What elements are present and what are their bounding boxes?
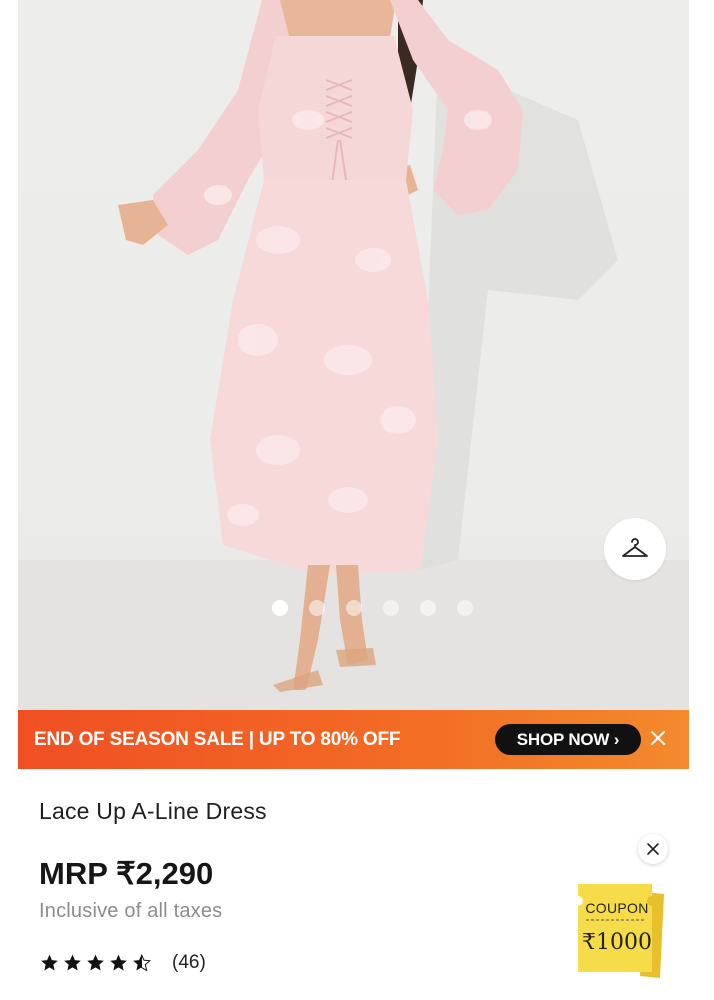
coupon-label: COUPON [585,900,649,916]
product-image-carousel[interactable] [18,0,689,710]
wishlist-button[interactable] [604,518,666,580]
tax-note: Inclusive of all taxes [39,900,223,922]
hanger-icon [622,538,648,557]
product-rating[interactable]: (46) [39,952,206,974]
star-icon [64,954,81,971]
sale-banner[interactable]: END OF SEASON SALE | UP TO 80% OFF SHOP … [18,710,689,769]
close-icon[interactable] [648,728,668,748]
rating-count: (46) [172,952,206,973]
star-icon [110,954,127,971]
carousel-dot[interactable] [309,600,325,616]
half-star-icon [133,954,152,972]
carousel-dot[interactable] [346,600,362,616]
sale-banner-text: END OF SEASON SALE | UP TO 80% OFF [34,729,401,750]
coupon-widget[interactable]: COUPON ₹1000 [574,880,670,980]
product-price: MRP ₹2,290 [39,856,214,891]
rating-stars [39,953,152,973]
close-icon [647,843,659,855]
coupon-close-button[interactable] [638,834,668,864]
shop-now-button[interactable]: SHOP NOW › [495,724,641,755]
product-title: Lace Up A-Line Dress [39,798,267,824]
carousel-indicator [272,600,473,616]
star-icon [87,954,104,971]
carousel-dot[interactable] [272,600,288,616]
carousel-dot[interactable] [457,600,473,616]
carousel-dot[interactable] [383,600,399,616]
star-icon [41,954,58,971]
carousel-dot[interactable] [420,600,436,616]
coupon-amount: ₹1000 [582,930,652,955]
